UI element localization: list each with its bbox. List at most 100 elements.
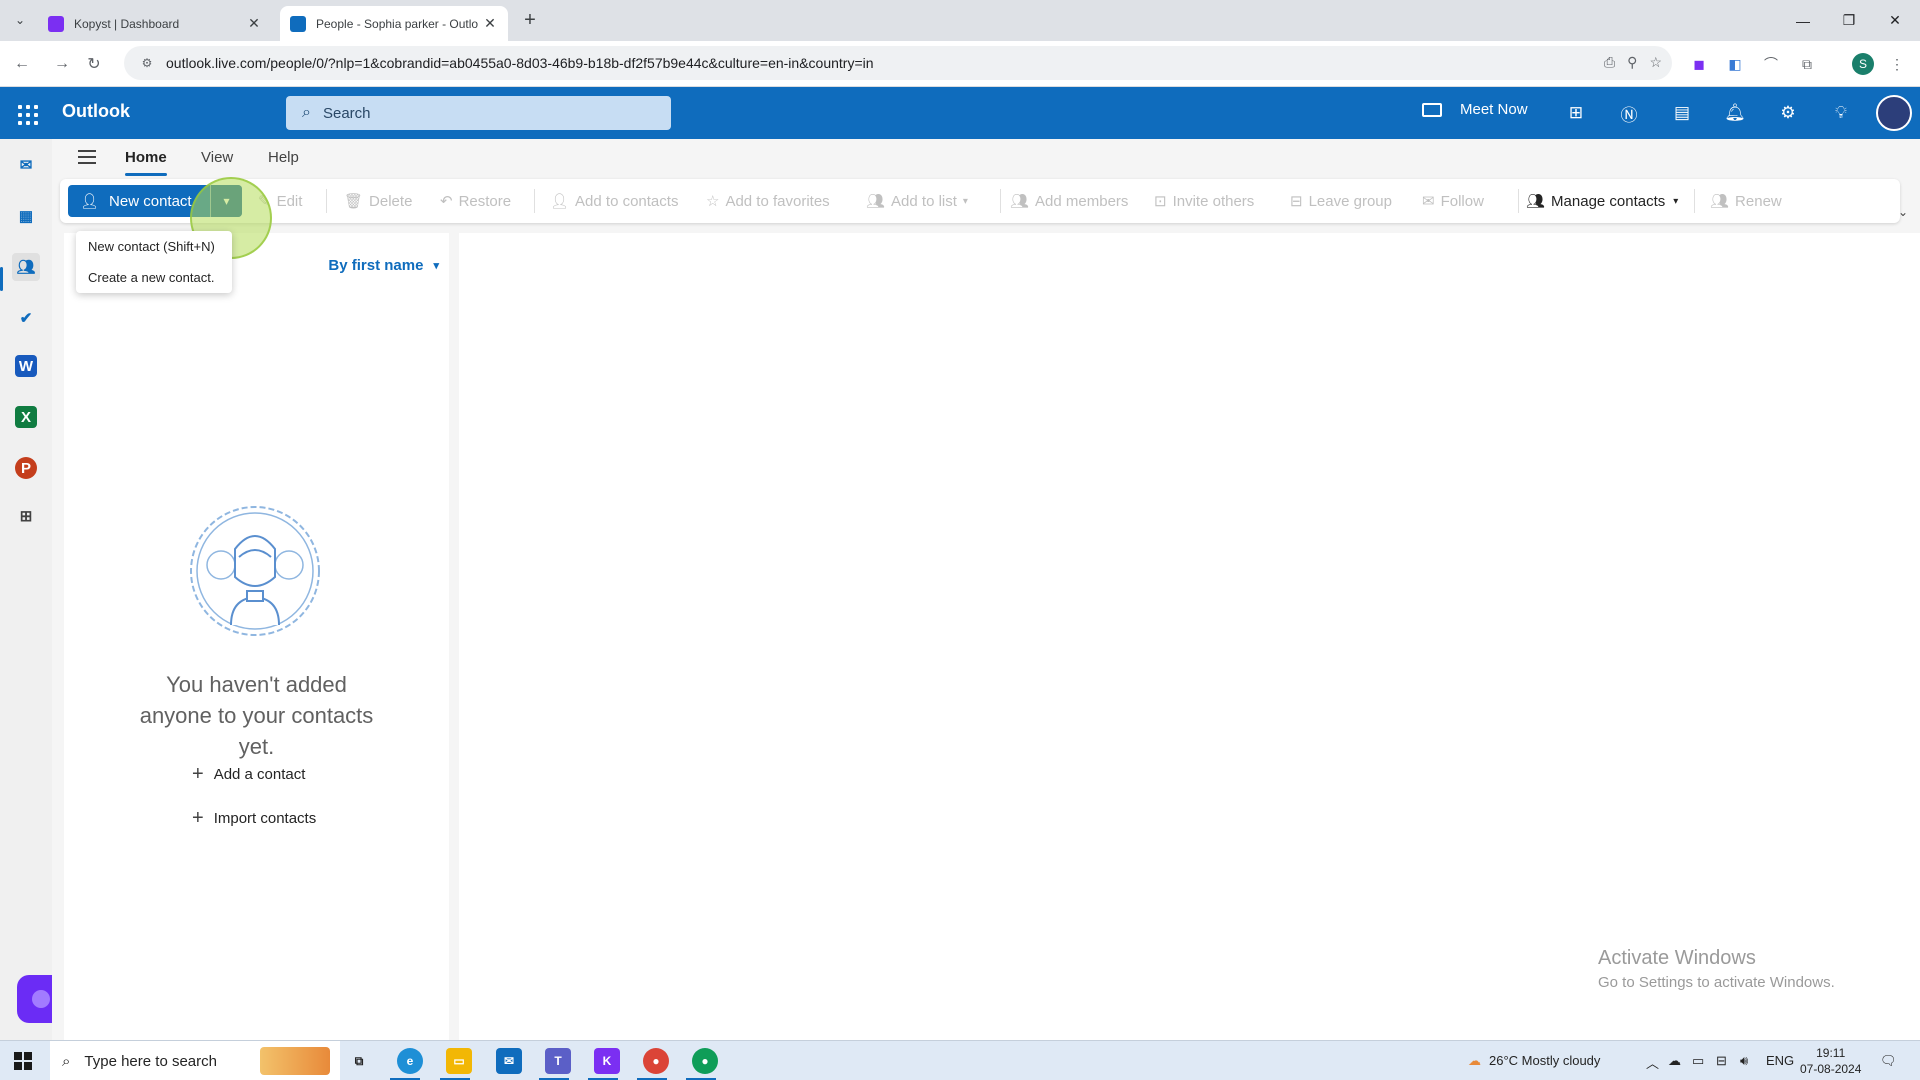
chrome-icon[interactable]: ● [643,1048,669,1074]
tooltip-description: Create a new contact. [88,270,215,285]
weather-widget[interactable]: ☁ 26°C Mostly cloudy [1468,1053,1600,1069]
chrome-profile-icon[interactable]: ● [692,1048,718,1074]
tab-home[interactable]: Home [125,149,167,166]
todo-check-icon[interactable]: ✔ [12,304,40,332]
import-contacts-link[interactable]: + Import contacts [192,807,316,830]
calendar-icon[interactable]: ▦ [12,202,40,230]
my-day-icon[interactable]: ▤ [1668,99,1696,127]
settings-gear-icon[interactable]: ⚙ [1774,99,1802,127]
powerpoint-icon[interactable]: P [15,457,37,479]
tab-view[interactable]: View [201,149,233,166]
search-input[interactable]: ⌕ Search [286,96,671,130]
bookmark-star-icon[interactable]: ☆ [1649,54,1662,71]
onenote-icon[interactable]: Ⓝ [1615,99,1643,127]
restore-button[interactable]: ↶ Restore [440,192,511,211]
browser-menu-icon[interactable]: ⋮ [1886,53,1908,75]
close-window-icon[interactable]: ✕ [1872,0,1918,41]
outlook-brand[interactable]: Outlook [62,101,130,122]
restore-window-icon[interactable]: ❐ [1826,0,1872,41]
ribbon-divider [1000,189,1001,213]
add-members-button[interactable]: 👥︎ Add members [1010,192,1129,211]
add-to-favorites-label: Add to favorites [725,192,830,210]
reload-icon[interactable]: ↻ [80,50,108,78]
tips-lightbulb-icon[interactable]: 💡︎ [1827,99,1855,127]
tab-outlook-people[interactable]: People - Sophia parker - Outlo ✕ [280,6,508,41]
browser-toolbar: ← → ↻ ⚙ outlook.live.com/people/0/?nlp=1… [0,41,1920,87]
add-a-contact-link[interactable]: + Add a contact [192,763,305,786]
install-app-icon[interactable]: ⎙ [1604,54,1615,71]
extensions-puzzle-icon[interactable]: ⧉ [1796,53,1818,75]
tooltip-title: New contact (Shift+N) [88,239,215,254]
tab-help[interactable]: Help [268,149,299,166]
tray-meet-icon[interactable]: ▭ [1692,1053,1704,1069]
new-tab-plus-icon[interactable]: + [518,8,542,32]
hamburger-menu-icon[interactable] [78,150,96,164]
address-bar[interactable]: ⚙ outlook.live.com/people/0/?nlp=1&cobra… [124,46,1672,80]
taskbar-search-input[interactable]: ⌕ Type here to search [50,1041,340,1080]
language-indicator[interactable]: ENG [1766,1053,1794,1068]
clock-date: 07-08-2024 [1800,1062,1862,1076]
network-icon[interactable]: ⊟ [1716,1053,1727,1069]
import-contacts-label: Import contacts [213,810,317,827]
people-list-icon: 👥︎ [866,193,886,210]
outlook-header: Outlook ⌕ Search Meet Now ⊞ Ⓝ ▤ 🔔︎ ⚙ 💡︎ [0,87,1920,139]
volume-icon[interactable]: 🔊︎ [1740,1053,1748,1069]
tab-search-chevron-icon[interactable]: ⌄ [8,8,32,32]
mail-app-icon[interactable]: ✉ [496,1048,522,1074]
new-contact-button[interactable]: 👤︎ New contact [68,185,210,217]
follow-button[interactable]: ✉ Follow [1422,192,1484,211]
pane-splitter[interactable] [449,233,459,1040]
browser-profile-avatar[interactable]: S [1852,53,1874,75]
teams-icon[interactable]: ⊞ [1562,99,1590,127]
zoom-icon[interactable]: ⚲ [1627,54,1637,71]
delete-label: Delete [369,192,413,210]
file-explorer-icon[interactable]: ▭ [446,1048,472,1074]
ribbon-divider [534,189,535,213]
notifications-bell-icon[interactable]: 🔔︎ [1721,99,1749,127]
kopyst-extension-icon[interactable]: ◼ [1688,53,1710,75]
kopyst-app-icon[interactable]: K [594,1048,620,1074]
manage-contacts-button[interactable]: 👥︎ Manage contacts ▾ [1526,192,1678,211]
mail-icon[interactable]: ✉ [12,151,40,179]
meet-now-button[interactable]: Meet Now [1422,101,1528,118]
site-settings-icon[interactable]: ⚙ [138,54,156,72]
teams-app-icon[interactable]: T [545,1048,571,1074]
leave-group-button[interactable]: ⊟ Leave group [1290,192,1392,211]
tab-kopyst-dashboard[interactable]: Kopyst | Dashboard ✕ [38,6,272,41]
invite-others-button[interactable]: ⊡ Invite others [1154,192,1254,211]
account-avatar[interactable] [1876,95,1912,131]
new-contact-tooltip: New contact (Shift+N) Create a new conta… [76,231,232,293]
ribbon-expand-chevron-icon[interactable]: ⌄ [1898,205,1908,219]
app-launcher-icon[interactable] [12,99,40,127]
extension-arc-icon[interactable]: ⌒ [1760,53,1782,75]
ribbon-tabs: Home View Help [52,139,1920,179]
forward-arrow-icon[interactable]: → [48,50,76,78]
tab-close-icon[interactable]: ✕ [482,15,498,32]
edge-icon[interactable]: e [397,1048,423,1074]
excel-icon[interactable]: X [15,406,37,428]
star-add-icon: ☆ [706,193,720,210]
windows-start-icon[interactable] [14,1052,32,1070]
add-to-list-button[interactable]: 👥︎ Add to list ▾ [866,192,968,211]
people-icon[interactable]: 👥︎ [12,253,40,281]
add-members-label: Add members [1035,192,1129,210]
more-apps-icon[interactable]: ⊞ [12,502,40,530]
delete-button[interactable]: 🗑︎ Delete [344,192,413,211]
sort-dropdown[interactable]: By first name ▾ [328,257,439,274]
back-arrow-icon[interactable]: ← [8,50,36,78]
tray-cloud-icon[interactable]: ☁ [1668,1053,1681,1069]
taskbar-clock[interactable]: 19:11 07-08-2024 [1800,1045,1861,1077]
word-icon[interactable]: W [15,355,37,377]
minimize-icon[interactable]: — [1780,0,1826,41]
notification-center-icon[interactable]: 🗨︎ [1880,1053,1897,1069]
task-view-icon[interactable]: ⧉ [346,1048,372,1074]
tray-chevron-icon[interactable]: ︿ [1646,1053,1659,1072]
tab-close-icon[interactable]: ✕ [246,15,262,32]
outlook-favicon-icon [290,15,306,32]
add-to-favorites-button[interactable]: ☆ Add to favorites [706,192,830,211]
person-add-icon: 👤︎ [80,193,100,210]
add-to-contacts-button[interactable]: 👤︎ Add to contacts [550,192,678,211]
extension-icon[interactable]: ◧ [1724,53,1746,75]
renew-button[interactable]: 👥︎ Renew [1710,192,1782,211]
invite-icon: ⊡ [1154,193,1167,210]
